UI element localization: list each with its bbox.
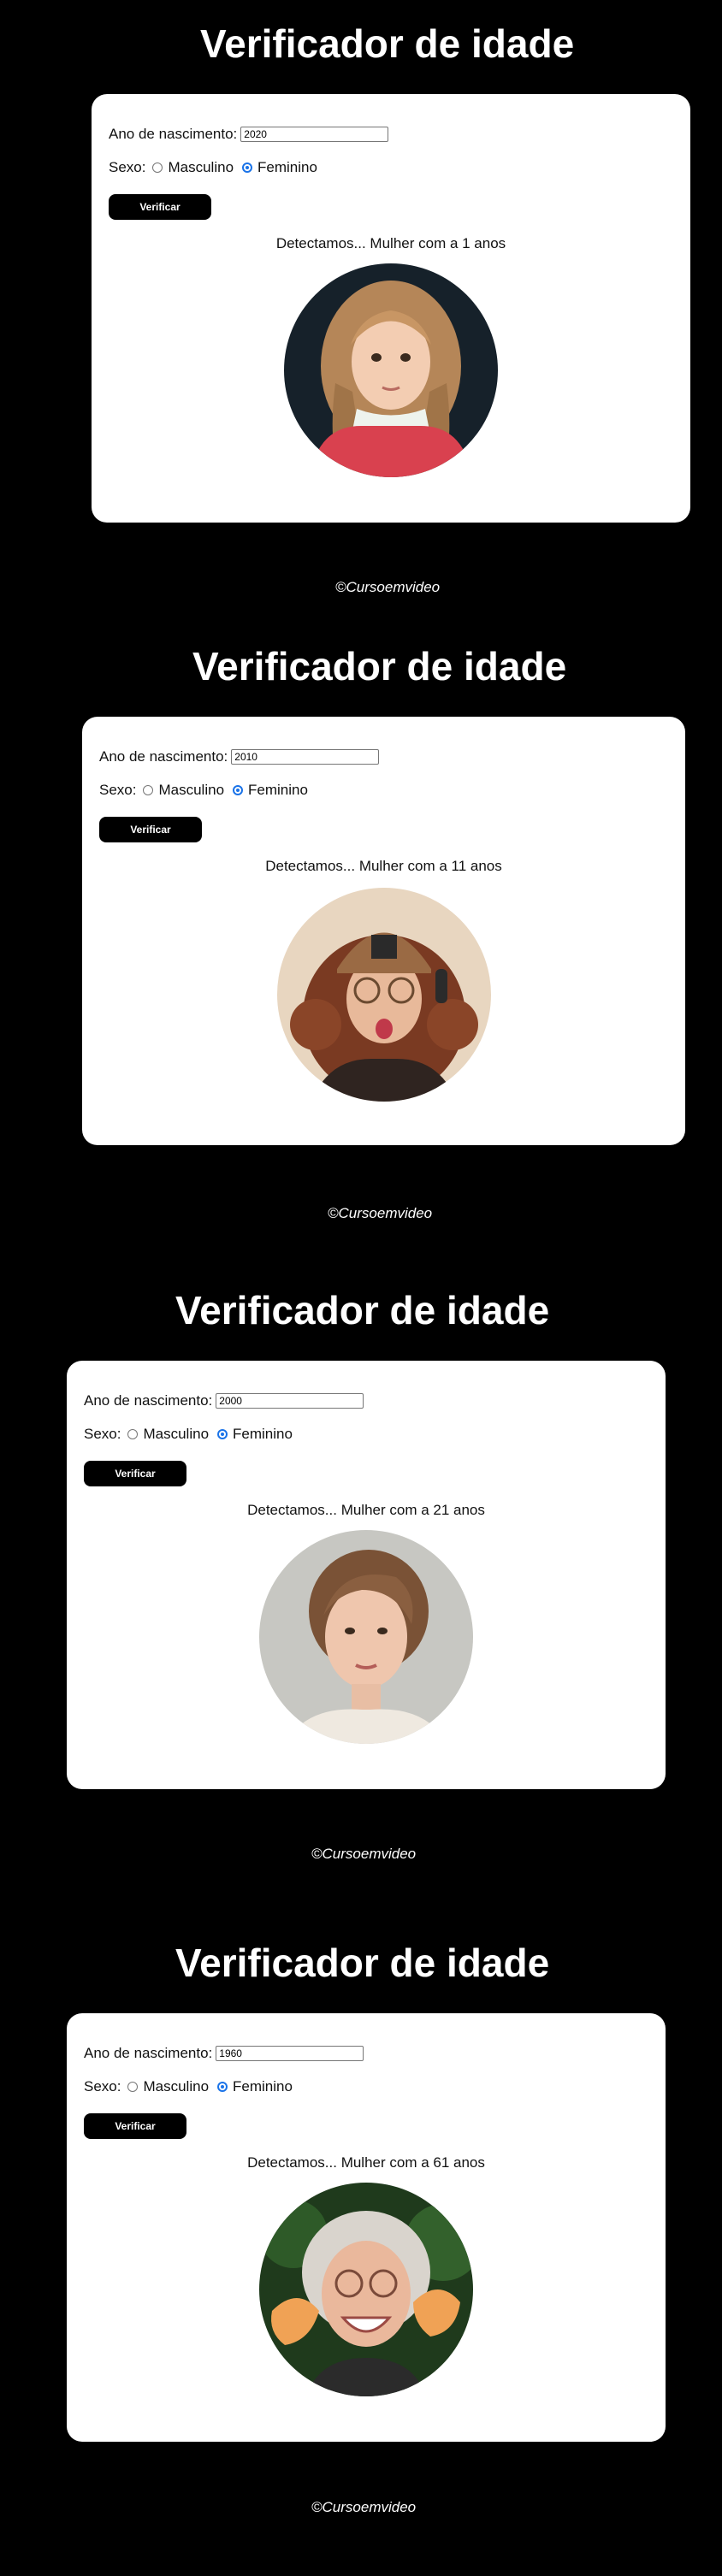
birth-year-row: Ano de nascimento: [84,1392,364,1409]
footer-copyright: ©Cursoemvideo [328,1205,433,1221]
verifier-card: Ano de nascimento: Sexo: Masculino Femin… [82,717,685,1145]
radio-feminino[interactable] [233,785,244,795]
radio-masculino[interactable] [143,785,154,795]
radio-masculino-label[interactable]: Masculino [158,782,224,799]
birth-year-label: Ano de nascimento: [109,126,238,142]
birth-year-label: Ano de nascimento: [84,1392,213,1409]
birth-year-label: Ano de nascimento: [99,748,228,765]
page-title: Verificador de idade [192,644,567,688]
radio-feminino[interactable] [217,2082,228,2092]
radio-feminino-label[interactable]: Feminino [233,1426,293,1443]
footer-copyright: ©Cursoemvideo [311,1846,417,1862]
sex-row: Sexo: Masculino Feminino [99,782,308,799]
sex-row: Sexo: Masculino Feminino [84,1426,293,1443]
radio-masculino-label[interactable]: Masculino [168,159,234,176]
radio-feminino-label[interactable]: Feminino [233,2078,293,2095]
sex-row: Sexo: Masculino Feminino [84,2078,293,2095]
sex-row: Sexo: Masculino Feminino [109,159,317,176]
radio-feminino-label[interactable]: Feminino [248,782,308,799]
verify-button[interactable]: Verificar [84,2113,186,2139]
verifier-card: Ano de nascimento: Sexo: Masculino Femin… [92,94,690,523]
radio-feminino-label[interactable]: Feminino [257,159,317,176]
birth-year-input[interactable] [231,749,380,765]
page-title: Verificador de idade [175,1288,550,1332]
birth-year-row: Ano de nascimento: [109,126,389,143]
result-text: Detectamos... Mulher com a 11 anos [265,858,502,874]
radio-masculino-label[interactable]: Masculino [143,1426,209,1443]
radio-masculino[interactable] [127,1429,139,1439]
sex-label: Sexo: [99,782,137,798]
birth-year-input[interactable] [216,2046,364,2061]
sex-label: Sexo: [84,1426,121,1442]
verifier-card: Ano de nascimento: Sexo: Masculino Femin… [67,1361,666,1789]
verify-button[interactable]: Verificar [84,1461,186,1486]
sex-label: Sexo: [84,2078,121,2094]
birth-year-input[interactable] [216,1393,364,1409]
radio-masculino[interactable] [127,2082,139,2092]
elderly-woman-photo [259,2183,473,2396]
page-title: Verificador de idade [175,1941,550,1985]
birth-year-label: Ano de nascimento: [84,2045,213,2061]
result-text: Detectamos... Mulher com a 61 anos [247,2154,485,2171]
verify-button[interactable]: Verificar [99,817,202,842]
result-text: Detectamos... Mulher com a 1 anos [275,235,506,251]
result-text: Detectamos... Mulher com a 21 anos [247,1502,485,1518]
radio-feminino[interactable] [242,162,253,173]
sex-label: Sexo: [109,159,146,175]
verifier-card: Ano de nascimento: Sexo: Masculino Femin… [67,2013,666,2442]
birth-year-input[interactable] [240,127,389,142]
teen-girl-photo [277,888,491,1102]
radio-masculino-label[interactable]: Masculino [143,2078,209,2095]
radio-feminino[interactable] [217,1429,228,1439]
birth-year-row: Ano de nascimento: [99,748,380,765]
radio-masculino[interactable] [152,162,163,173]
birth-year-row: Ano de nascimento: [84,2045,364,2062]
child-girl-photo [284,263,498,477]
verify-button[interactable]: Verificar [109,194,211,220]
young-woman-photo [259,1530,473,1744]
footer-copyright: ©Cursoemvideo [335,579,441,595]
page-title: Verificador de idade [200,21,575,66]
footer-copyright: ©Cursoemvideo [311,2499,417,2515]
